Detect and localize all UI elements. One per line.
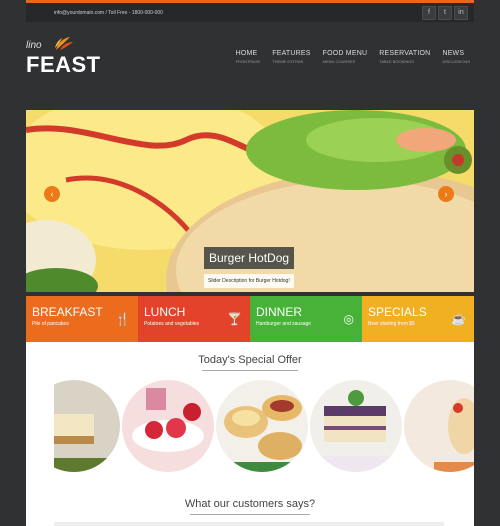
logo-big-text: FEAST bbox=[26, 52, 101, 77]
testimonials-title: What our customers says? bbox=[184, 498, 316, 510]
hero-slider: ‹ › Burger HotDog Slider Description for… bbox=[26, 110, 474, 292]
nav-item-sublabel: MENU COURSES bbox=[322, 59, 356, 64]
offer-item-cake bbox=[54, 380, 120, 472]
facebook-icon[interactable]: f bbox=[422, 5, 436, 20]
meal-title: DINNER bbox=[256, 305, 303, 319]
meal-specials[interactable]: SPECIALS Beer starting from $5 ☕ bbox=[362, 296, 474, 342]
plate-icon: ◎ bbox=[343, 312, 354, 326]
nav-item-label: FOOD MENU bbox=[322, 50, 368, 57]
slide-description: Slider Description for Burger Hotdog! bbox=[204, 274, 294, 288]
slide-title: Burger HotDog bbox=[204, 247, 295, 269]
nav-item-features[interactable]: FEATURES THEME EXTRAS bbox=[272, 50, 310, 64]
nav-item-label: FEATURES bbox=[272, 50, 311, 57]
nav-item-food-menu[interactable]: FOOD MENU MENU COURSES bbox=[323, 50, 368, 64]
nav-item-label: HOME bbox=[235, 50, 258, 57]
leaf-icon bbox=[55, 37, 73, 50]
top-bar: info@yourdomain.com / Toll Free - 1800-0… bbox=[26, 0, 474, 22]
title-underline bbox=[202, 370, 298, 371]
title-underline bbox=[190, 514, 310, 515]
cocktail-icon: 🍸 bbox=[227, 312, 242, 326]
main-nav: HOME FRONTPAGE FEATURES THEME EXTRAS FOO… bbox=[236, 50, 470, 64]
slider-next-button[interactable]: › bbox=[438, 186, 454, 202]
offer-items bbox=[54, 380, 474, 472]
nav-item-sublabel: THEME EXTRAS bbox=[272, 59, 304, 64]
meal-lunch[interactable]: LUNCH Potatoes and vegetables 🍸 bbox=[138, 296, 250, 342]
nav-item-sublabel: TABLE BOOKINGS bbox=[379, 59, 415, 64]
main-content: Today's Special Offer What our customers… bbox=[26, 342, 474, 526]
slider-prev-button[interactable]: ‹ bbox=[44, 186, 60, 202]
twitter-icon[interactable]: t bbox=[438, 5, 452, 20]
meal-description: Hamburger and sausage bbox=[256, 321, 312, 327]
offer-item-chocolate-cake bbox=[310, 380, 402, 472]
nav-item-sublabel: FRONTPAGE bbox=[235, 59, 261, 64]
offer-item-strawberry-dessert bbox=[122, 380, 214, 472]
site-header: lino FEAST HOME FRONTPAGE FEATURES THEME… bbox=[26, 30, 474, 100]
meal-dinner[interactable]: DINNER Hamburger and sausage ◎ bbox=[250, 296, 362, 342]
contact-info: info@yourdomain.com / Toll Free - 1800-0… bbox=[54, 9, 163, 16]
offer-item-dessert-partial bbox=[404, 380, 474, 472]
testimonial-box bbox=[54, 522, 444, 526]
offer-title: Today's Special Offer bbox=[198, 354, 302, 366]
nav-item-news[interactable]: NEWS DISCUSSIONS bbox=[442, 50, 470, 64]
fork-knife-icon: 🍴 bbox=[115, 312, 130, 326]
logo-small-text: lino bbox=[26, 40, 42, 51]
coffee-icon: ☕ bbox=[451, 312, 466, 326]
nav-item-label: RESERVATION bbox=[379, 50, 431, 57]
site-logo[interactable]: lino FEAST bbox=[26, 37, 106, 78]
nav-item-sublabel: DISCUSSIONS bbox=[442, 59, 470, 64]
linkedin-icon[interactable]: in bbox=[454, 5, 468, 20]
nav-item-home[interactable]: HOME FRONTPAGE bbox=[236, 50, 261, 64]
nav-item-reservation[interactable]: RESERVATION TABLE BOOKINGS bbox=[379, 50, 430, 64]
meal-categories: BREAKFAST Pile of pancakes 🍴 LUNCH Potat… bbox=[26, 296, 474, 342]
special-offer-carousel bbox=[54, 378, 474, 474]
meal-breakfast[interactable]: BREAKFAST Pile of pancakes 🍴 bbox=[26, 296, 138, 342]
social-links: f t in bbox=[422, 5, 468, 20]
offer-item-tarts bbox=[216, 380, 308, 472]
nav-item-label: NEWS bbox=[442, 50, 465, 57]
